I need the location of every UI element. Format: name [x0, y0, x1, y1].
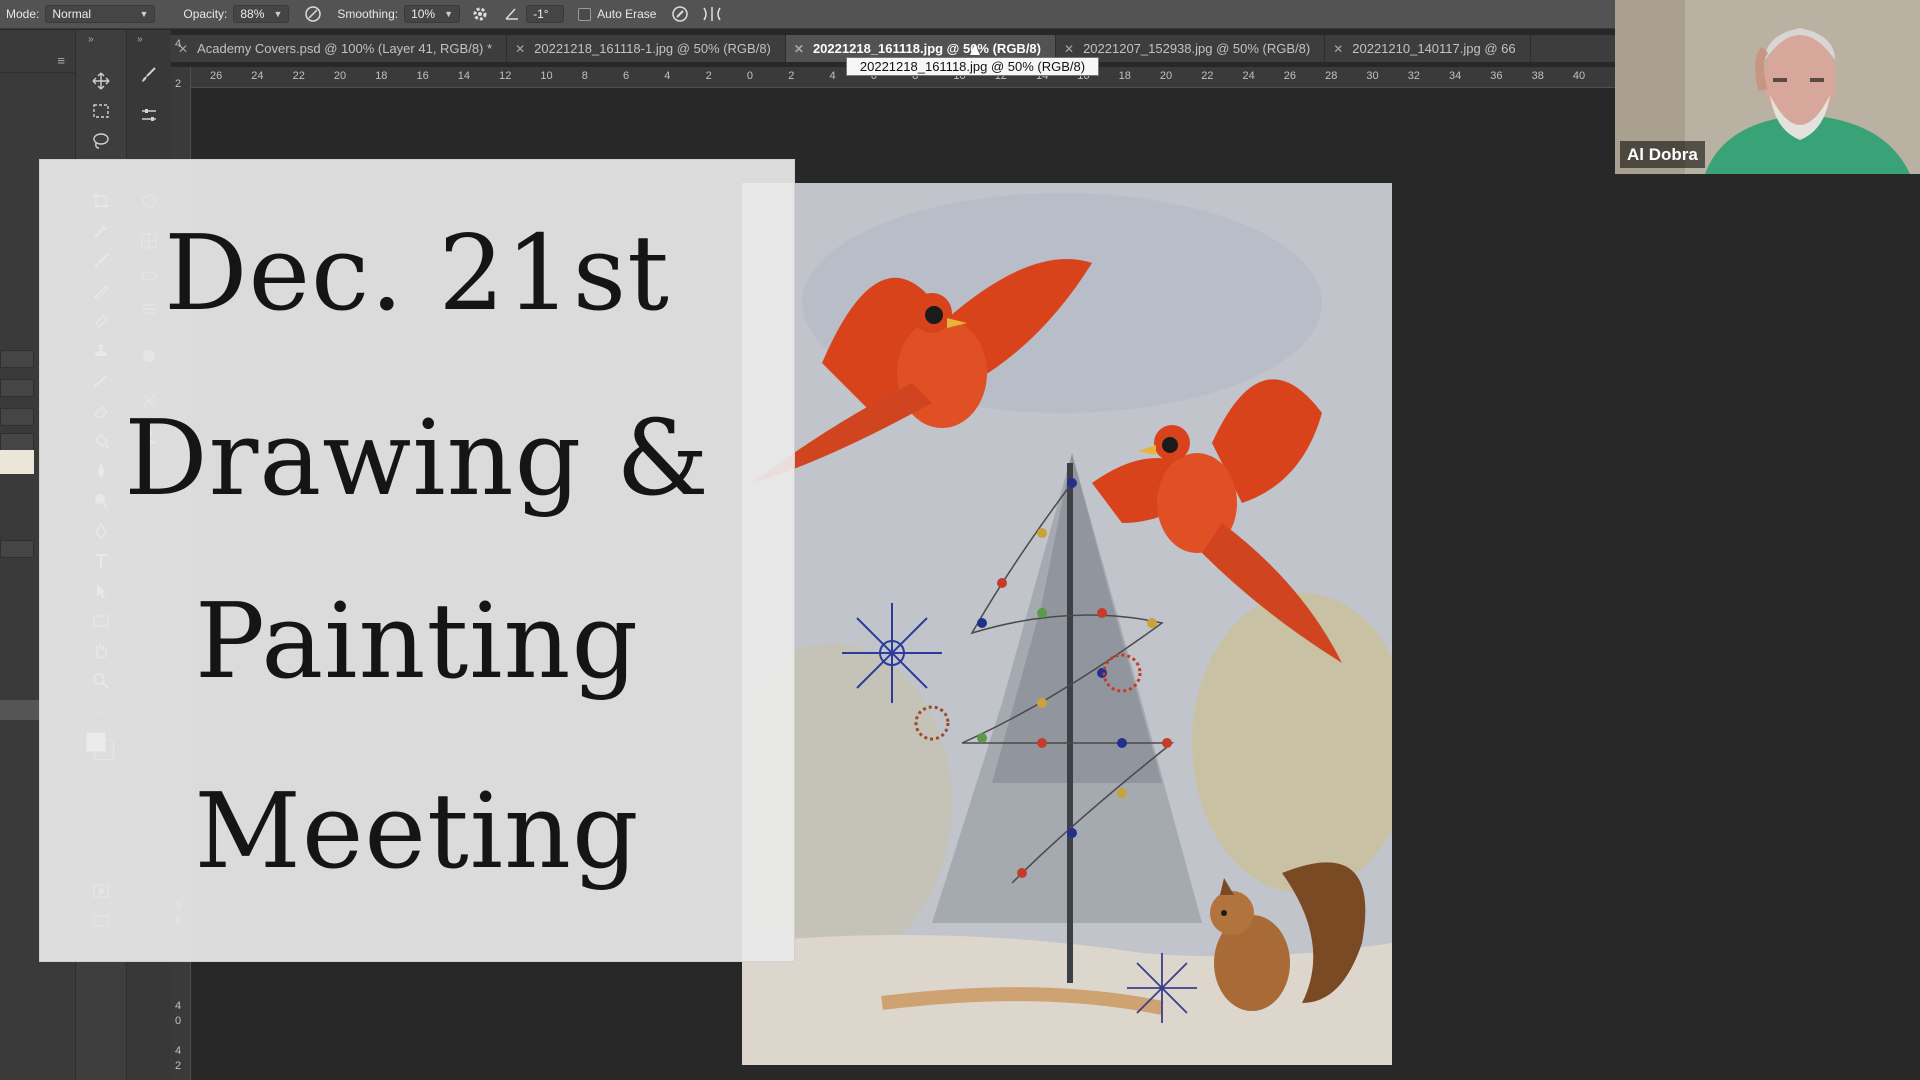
chevron-down-icon: ▼	[139, 9, 149, 19]
tab-20221210-140117[interactable]: ✕ 20221210_140117.jpg @ 66	[1325, 35, 1531, 62]
opacity-label: Opacity:	[183, 7, 228, 21]
painting-image	[742, 183, 1392, 1065]
ruler-tick-label: 2	[705, 70, 712, 82]
tab-academy-covers[interactable]: ✕ Academy Covers.psd @ 100% (Layer 41, R…	[170, 35, 508, 62]
opacity-dropdown[interactable]: 88% ▼	[233, 5, 290, 23]
ruler-tick-label: 20	[333, 70, 347, 82]
tab-label: 20221207_152938.jpg @ 50% (RGB/8)	[1083, 41, 1311, 56]
mode-label: Mode:	[6, 7, 40, 21]
ruler-tick-label: 18	[1118, 70, 1131, 82]
smoothing-dropdown[interactable]: 10% ▼	[404, 5, 461, 23]
color-swatch[interactable]	[0, 450, 34, 474]
ruler-tick-label: 8	[581, 70, 588, 82]
lasso-tool-icon[interactable]	[88, 130, 114, 152]
ruler-tick-label: 14	[457, 70, 471, 82]
participant-name: Al Dobra	[1620, 141, 1705, 168]
ruler-tick-label: 4	[664, 70, 671, 82]
title-line-3: Painting	[194, 580, 640, 702]
angle-input[interactable]: -1°	[526, 5, 565, 23]
adjustments-panel-icon[interactable]	[136, 104, 162, 126]
ruler-tick-label: 24	[1242, 70, 1255, 82]
title-line-2: Drawing &	[124, 397, 710, 519]
tab-label: 20221210_140117.jpg @ 66	[1352, 41, 1516, 56]
ruler-tick-label: 2	[175, 1060, 182, 1072]
title-line-4: Meeting	[194, 770, 640, 892]
close-icon[interactable]: ✕	[794, 42, 804, 56]
ruler-tick-label: 36	[1490, 70, 1503, 82]
ruler-tick-label: 4	[175, 1000, 182, 1012]
tab-label: 20221218_161118.jpg @ 50% (RGB/8)	[812, 41, 1041, 56]
brush-settings-icon[interactable]	[301, 3, 325, 25]
ruler-tick-label: 0	[746, 70, 754, 82]
ruler-tick-label: 26	[1283, 70, 1297, 82]
ruler-tick-label: 34	[1449, 70, 1462, 82]
ruler-tick-label: 12	[499, 70, 512, 82]
mode-dropdown[interactable]: Normal ▼	[45, 5, 156, 23]
panel-field[interactable]	[0, 379, 34, 397]
ruler-tick-label: 0	[175, 1015, 182, 1027]
brushes-panel-icon[interactable]	[136, 64, 162, 86]
auto-erase-label: Auto Erase	[597, 7, 657, 21]
chevron-down-icon: ▼	[444, 9, 454, 19]
smoothing-value: 10%	[411, 7, 436, 21]
ruler-tick-label: 4	[175, 1045, 182, 1057]
ruler-tick-label: 22	[1201, 70, 1214, 82]
close-icon[interactable]: ✕	[1064, 42, 1074, 56]
ruler-tick-label: 24	[251, 70, 264, 82]
ruler-tick-label: 4	[829, 70, 836, 82]
ruler-tick-label: 16	[416, 70, 429, 82]
ruler-tick-label: 2	[788, 70, 795, 82]
panel-field[interactable]	[0, 433, 34, 451]
mode-value: Normal	[52, 7, 92, 21]
panel-field[interactable]	[0, 350, 34, 368]
smoothing-label: Smoothing:	[337, 7, 399, 21]
move-tool-icon[interactable]	[88, 70, 114, 92]
tab-tooltip: 20221218_161118.jpg @ 50% (RGB/8)	[846, 57, 1099, 76]
opacity-value: 88%	[240, 7, 265, 21]
options-bar: Mode: Normal ▼ Opacity: 88% ▼ Smoothing:…	[0, 0, 1615, 29]
ruler-tick-label: 20	[1159, 70, 1173, 82]
angle-value: -1°	[533, 7, 549, 21]
symmetry-icon[interactable]	[700, 3, 724, 25]
tab-20221218-161118-1[interactable]: ✕ 20221218_161118-1.jpg @ 50% (RGB/8)	[507, 35, 786, 62]
stylus-pressure-icon[interactable]	[668, 3, 692, 25]
collapse-icon[interactable]: »	[137, 34, 143, 45]
ruler-tick-label: 2	[175, 78, 182, 90]
ruler-tick-label: 6	[623, 70, 630, 82]
ruler-tick-label: 30	[1366, 70, 1379, 82]
panel-button[interactable]	[0, 700, 40, 720]
meeting-title-card: Dec. 21st Drawing & Painting Meeting	[39, 159, 795, 962]
close-icon[interactable]: ✕	[515, 42, 525, 56]
mouse-cursor-icon	[970, 44, 980, 55]
chevron-down-icon: ▼	[273, 9, 283, 19]
tab-label: 20221218_161118-1.jpg @ 50% (RGB/8)	[534, 41, 771, 56]
ruler-tick-label: 22	[292, 70, 305, 82]
ruler-tick-label: 10	[540, 70, 553, 82]
close-icon[interactable]: ✕	[1333, 42, 1343, 56]
auto-erase-toggle[interactable]: Auto Erase	[578, 7, 656, 21]
ruler-tick-label: 28	[1325, 70, 1338, 82]
angle-icon	[500, 3, 524, 25]
title-line-1: Dec. 21st	[164, 212, 670, 334]
ruler-tick-label: 4	[175, 38, 182, 50]
collapse-icon[interactable]: »	[88, 34, 94, 45]
panel-field[interactable]	[0, 540, 34, 558]
panel-field[interactable]	[0, 408, 34, 426]
panel-menu-icon[interactable]: ≡	[57, 53, 65, 68]
webcam-video: Al Dobra	[1615, 0, 1920, 174]
ruler-tick-label: 26	[210, 70, 223, 82]
tab-label: Academy Covers.psd @ 100% (Layer 41, RGB…	[197, 41, 493, 56]
ruler-tick-label: 40	[1572, 70, 1586, 82]
panel-header: ≡	[0, 50, 75, 73]
marquee-tool-icon[interactable]	[88, 100, 114, 122]
ruler-tick-label: 18	[375, 70, 388, 82]
ruler-tick-label: 32	[1407, 70, 1420, 82]
ruler-tick-label: 38	[1531, 70, 1544, 82]
gear-icon[interactable]	[468, 3, 492, 25]
auto-erase-checkbox[interactable]	[578, 7, 592, 21]
